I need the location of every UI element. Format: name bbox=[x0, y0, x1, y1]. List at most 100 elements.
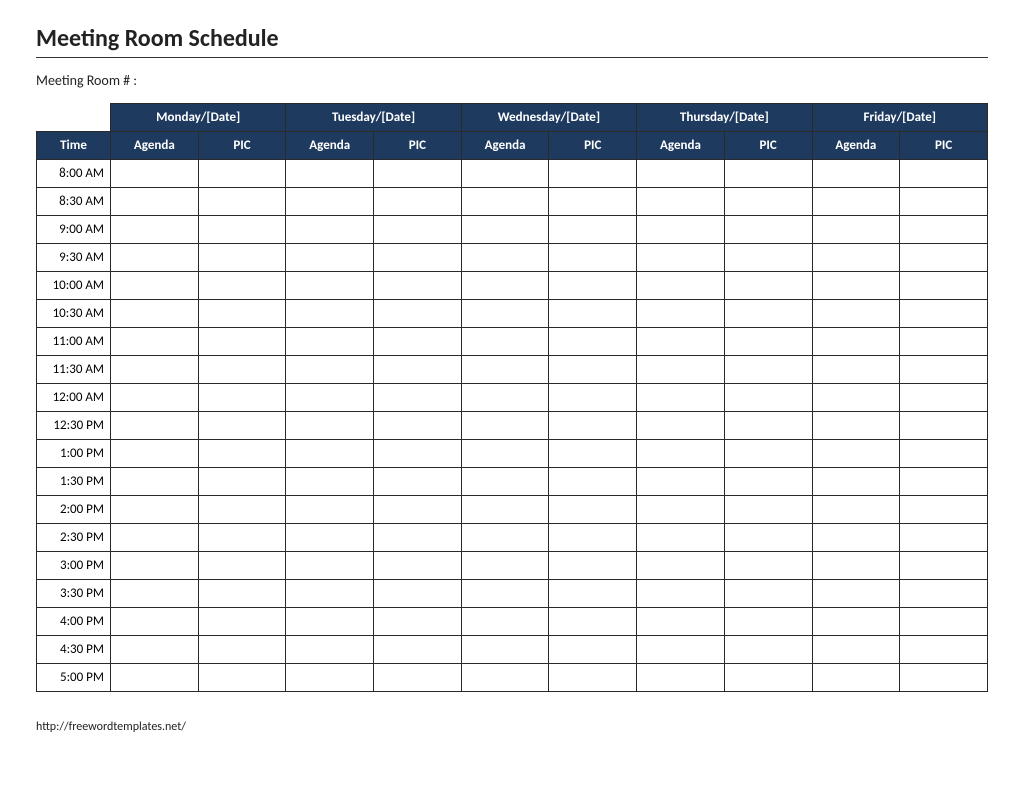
pic-cell bbox=[374, 384, 462, 412]
agenda-cell bbox=[286, 272, 374, 300]
agenda-cell bbox=[461, 272, 549, 300]
day-header-friday: Friday/[Date] bbox=[812, 104, 988, 132]
pic-cell bbox=[549, 300, 637, 328]
pic-cell bbox=[900, 524, 988, 552]
pic-cell bbox=[198, 216, 286, 244]
table-row: 10:00 AM bbox=[37, 272, 988, 300]
table-row: 4:00 PM bbox=[37, 608, 988, 636]
agenda-cell bbox=[286, 328, 374, 356]
pic-cell bbox=[549, 468, 637, 496]
pic-cell bbox=[374, 272, 462, 300]
agenda-cell bbox=[812, 468, 900, 496]
table-row: 12:30 PM bbox=[37, 412, 988, 440]
pic-cell bbox=[374, 328, 462, 356]
agenda-cell bbox=[111, 580, 199, 608]
pic-cell bbox=[374, 468, 462, 496]
agenda-cell bbox=[461, 328, 549, 356]
agenda-cell bbox=[812, 188, 900, 216]
agenda-cell bbox=[461, 664, 549, 692]
table-row: 1:00 PM bbox=[37, 440, 988, 468]
agenda-cell bbox=[637, 188, 725, 216]
pic-cell bbox=[374, 580, 462, 608]
agenda-cell bbox=[461, 384, 549, 412]
agenda-cell bbox=[286, 664, 374, 692]
day-header-tuesday: Tuesday/[Date] bbox=[286, 104, 461, 132]
table-row: 8:30 AM bbox=[37, 188, 988, 216]
pic-cell bbox=[900, 664, 988, 692]
time-cell: 4:30 PM bbox=[37, 636, 111, 664]
agenda-cell bbox=[111, 244, 199, 272]
time-cell: 3:00 PM bbox=[37, 552, 111, 580]
agenda-cell bbox=[286, 356, 374, 384]
pic-cell bbox=[374, 496, 462, 524]
pic-cell bbox=[724, 580, 812, 608]
agenda-cell bbox=[111, 608, 199, 636]
pic-cell bbox=[549, 160, 637, 188]
agenda-cell bbox=[637, 412, 725, 440]
pic-cell bbox=[724, 272, 812, 300]
agenda-cell bbox=[637, 272, 725, 300]
table-row: 11:30 AM bbox=[37, 356, 988, 384]
table-row: 9:30 AM bbox=[37, 244, 988, 272]
agenda-cell bbox=[812, 608, 900, 636]
agenda-cell bbox=[812, 216, 900, 244]
agenda-cell bbox=[111, 356, 199, 384]
pic-cell bbox=[198, 328, 286, 356]
pic-cell bbox=[900, 384, 988, 412]
pic-cell bbox=[549, 412, 637, 440]
agenda-cell bbox=[637, 244, 725, 272]
agenda-cell bbox=[812, 636, 900, 664]
time-cell: 9:30 AM bbox=[37, 244, 111, 272]
agenda-cell bbox=[637, 216, 725, 244]
agenda-cell bbox=[812, 664, 900, 692]
table-row: 1:30 PM bbox=[37, 468, 988, 496]
pic-cell bbox=[549, 496, 637, 524]
agenda-cell bbox=[111, 188, 199, 216]
agenda-cell bbox=[286, 608, 374, 636]
agenda-cell bbox=[286, 384, 374, 412]
agenda-cell bbox=[461, 496, 549, 524]
table-row: 3:30 PM bbox=[37, 580, 988, 608]
pic-cell bbox=[549, 244, 637, 272]
agenda-cell bbox=[286, 468, 374, 496]
agenda-cell bbox=[111, 468, 199, 496]
pic-cell bbox=[198, 608, 286, 636]
agenda-cell bbox=[812, 552, 900, 580]
document-page: Meeting Room Schedule Meeting Room # : M… bbox=[0, 0, 1024, 744]
pic-cell bbox=[198, 524, 286, 552]
pic-cell bbox=[724, 356, 812, 384]
agenda-cell bbox=[461, 608, 549, 636]
pic-cell bbox=[900, 216, 988, 244]
pic-cell bbox=[374, 216, 462, 244]
pic-cell bbox=[724, 216, 812, 244]
pic-cell bbox=[724, 524, 812, 552]
pic-cell bbox=[549, 356, 637, 384]
pic-cell bbox=[374, 188, 462, 216]
time-cell: 12:30 PM bbox=[37, 412, 111, 440]
agenda-cell bbox=[286, 580, 374, 608]
pic-cell bbox=[374, 244, 462, 272]
agenda-cell bbox=[637, 468, 725, 496]
agenda-cell bbox=[812, 300, 900, 328]
agenda-cell bbox=[461, 580, 549, 608]
table-row: 4:30 PM bbox=[37, 636, 988, 664]
pic-cell bbox=[374, 356, 462, 384]
agenda-cell bbox=[111, 384, 199, 412]
pic-cell bbox=[198, 244, 286, 272]
agenda-cell bbox=[111, 524, 199, 552]
time-cell: 11:00 AM bbox=[37, 328, 111, 356]
time-cell: 8:00 AM bbox=[37, 160, 111, 188]
pic-cell bbox=[549, 216, 637, 244]
pic-cell bbox=[900, 356, 988, 384]
table-body: 8:00 AM8:30 AM9:00 AM9:30 AM10:00 AM10:3… bbox=[37, 160, 988, 692]
table-row: 10:30 AM bbox=[37, 300, 988, 328]
agenda-cell bbox=[637, 160, 725, 188]
subheader-pic: PIC bbox=[198, 132, 286, 160]
pic-cell bbox=[900, 412, 988, 440]
pic-cell bbox=[900, 244, 988, 272]
table-row: 5:00 PM bbox=[37, 664, 988, 692]
agenda-cell bbox=[111, 412, 199, 440]
pic-cell bbox=[900, 300, 988, 328]
agenda-cell bbox=[812, 440, 900, 468]
pic-cell bbox=[724, 412, 812, 440]
